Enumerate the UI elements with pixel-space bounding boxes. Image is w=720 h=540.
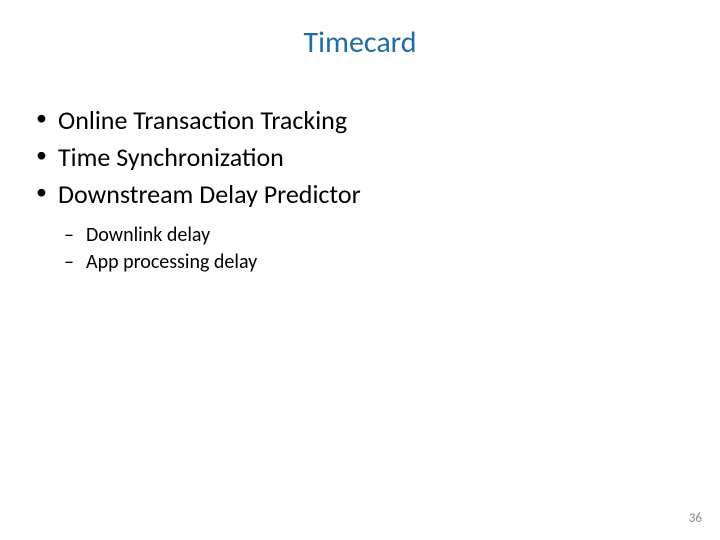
page-number: 36 [689,511,702,526]
slide-container: Timecard Online Transaction Tracking Tim… [0,0,720,540]
bullet-item: Time Synchronization [32,140,690,175]
main-bullet-list: Online Transaction Tracking Time Synchro… [32,103,690,212]
sub-bullet-list: Downlink delay App processing delay [64,222,690,276]
bullet-item: Online Transaction Tracking [32,103,690,138]
sub-bullet-item: App processing delay [64,249,690,276]
slide-title: Timecard [30,24,690,61]
sub-bullet-item: Downlink delay [64,222,690,249]
bullet-item: Downstream Delay Predictor [32,177,690,212]
